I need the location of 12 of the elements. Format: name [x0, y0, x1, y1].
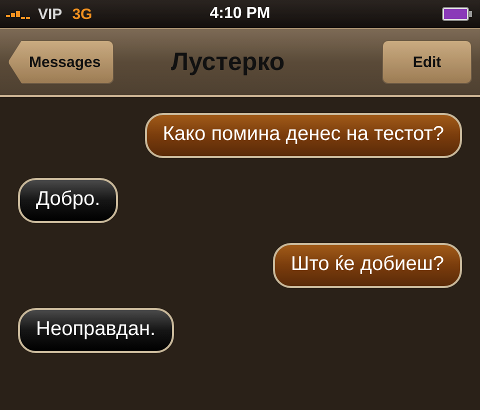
- sent-message: Што ќе добиеш?: [272, 243, 462, 288]
- battery-icon: [442, 7, 472, 21]
- received-message: Неоправдан.: [18, 308, 174, 353]
- sent-message: Како помина денес на тестот?: [144, 113, 462, 158]
- network-type: 3G: [72, 6, 92, 22]
- received-message: Добро.: [18, 178, 118, 223]
- clock-time: 4:10 PM: [210, 5, 270, 23]
- signal-icon: [6, 9, 32, 19]
- conversation-title: Лустерко: [170, 48, 286, 76]
- edit-button[interactable]: Edit: [382, 40, 472, 84]
- back-button[interactable]: Messages: [8, 40, 114, 84]
- carrier-name: VIP: [38, 6, 62, 22]
